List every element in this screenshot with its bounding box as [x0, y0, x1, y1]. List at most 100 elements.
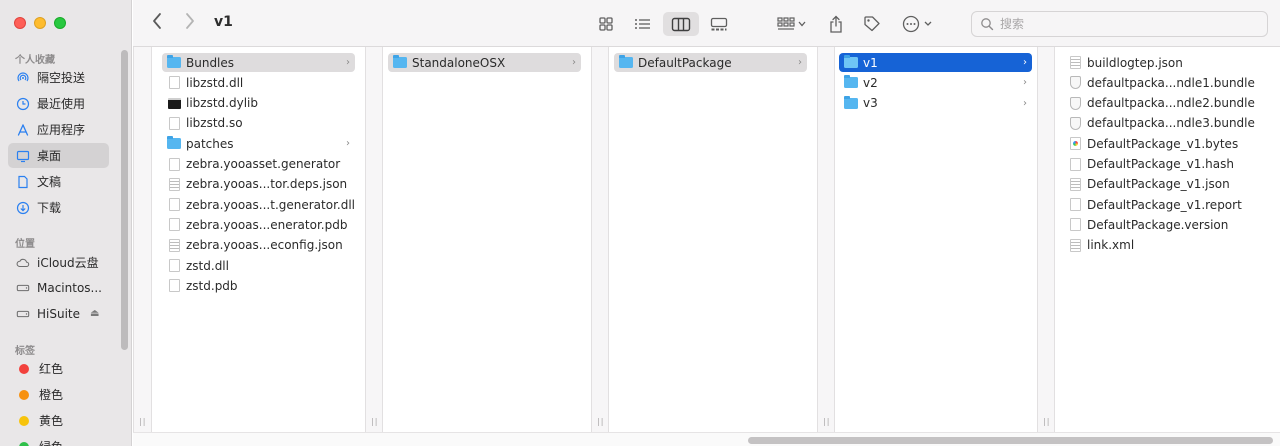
search-input[interactable] — [1000, 17, 1250, 31]
more-actions-button[interactable] — [899, 12, 937, 36]
sidebar: 个人收藏 隔空投送 最近使用 应用程序 桌面 文稿 下载 位置 iCloud云盘 Macin… — [0, 0, 132, 446]
file-row[interactable]: libzstd.dylib — [162, 94, 355, 113]
forward-button[interactable] — [184, 12, 196, 35]
file-row[interactable]: defaultpacka...ndle3.bundle — [1063, 114, 1263, 133]
column-resizer[interactable]: || — [365, 47, 383, 432]
horizontal-scrollbar-thumb[interactable] — [748, 437, 1273, 444]
sidebar-item[interactable]: HiSuite ⏏ — [8, 301, 109, 326]
column-view-button[interactable] — [663, 12, 699, 36]
sidebar-item[interactable]: 橙色 — [8, 382, 109, 407]
close-window-button[interactable] — [14, 17, 26, 29]
eject-icon[interactable]: ⏏ — [90, 308, 99, 319]
file-row[interactable]: zebra.yooas...econfig.json — [162, 236, 355, 255]
file-row[interactable]: DefaultPackage_v1.hash — [1063, 155, 1263, 174]
folder-row[interactable]: Bundles › — [162, 53, 355, 72]
file-row[interactable]: DefaultPackage_v1.json — [1063, 175, 1263, 194]
horizontal-scrollbar[interactable] — [133, 432, 1280, 446]
sidebar-item-label: iCloud云盘 — [37, 256, 99, 270]
icon-view-button[interactable] — [593, 12, 619, 36]
folder-row[interactable]: v1 › — [839, 53, 1032, 72]
file-row[interactable]: zstd.pdb — [162, 276, 355, 295]
file-row[interactable]: link.xml — [1063, 236, 1263, 255]
sidebar-item[interactable]: 下载 — [8, 195, 109, 220]
file-icon — [167, 259, 181, 273]
column-resizer[interactable]: || — [1037, 47, 1055, 432]
file-icon — [167, 116, 181, 130]
file-row[interactable]: DefaultPackage.version — [1063, 215, 1263, 234]
folder-row[interactable]: patches › — [162, 134, 355, 153]
sidebar-item[interactable]: 隔空投送 — [8, 65, 109, 90]
sidebar-item-label: 下载 — [37, 201, 62, 215]
column-resizer[interactable]: || — [133, 47, 152, 432]
share-icon — [830, 15, 842, 33]
list-view-button[interactable] — [630, 12, 656, 36]
item-name: v1 — [863, 55, 878, 70]
file-row[interactable]: libzstd.so — [162, 114, 355, 133]
sidebar-item-label: 桌面 — [37, 149, 62, 163]
zoom-window-button[interactable] — [54, 17, 66, 29]
text-file-icon — [167, 238, 181, 252]
sidebar-item[interactable]: 应用程序 — [8, 117, 109, 142]
item-name: zstd.dll — [186, 258, 229, 273]
item-name: StandaloneOSX — [412, 55, 506, 70]
minimize-window-button[interactable] — [34, 17, 46, 29]
group-button[interactable] — [773, 12, 811, 36]
item-name: zebra.yooas...t.generator.dll — [186, 197, 355, 212]
sidebar-item[interactable]: 桌面 — [8, 143, 109, 168]
sidebar-item[interactable]: 最近使用 — [8, 91, 109, 116]
sidebar-scrollbar[interactable] — [121, 50, 128, 350]
folder-icon — [393, 55, 407, 70]
gallery-view-button[interactable] — [706, 12, 732, 36]
share-button[interactable] — [823, 12, 849, 36]
tags-button[interactable] — [859, 12, 885, 36]
item-name: buildlogtep.json — [1087, 55, 1183, 70]
applications-icon — [16, 123, 30, 137]
file-row[interactable]: zebra.yooas...t.generator.dll — [162, 195, 355, 214]
sidebar-section-tags: 标签 — [15, 346, 35, 357]
column-resizer[interactable]: || — [817, 47, 835, 432]
column-resizer[interactable]: || — [591, 47, 609, 432]
tag-icon — [864, 16, 880, 32]
sidebar-item[interactable]: Macintos... — [8, 275, 109, 300]
file-icon — [167, 279, 181, 293]
file-row[interactable]: defaultpacka...ndle2.bundle — [1063, 94, 1263, 113]
executable-icon — [167, 96, 181, 110]
file-row[interactable]: buildlogtep.json — [1063, 53, 1263, 72]
file-row[interactable]: defaultpacka...ndle1.bundle — [1063, 73, 1263, 92]
file-row[interactable]: DefaultPackage_v1.report — [1063, 195, 1263, 214]
file-row[interactable]: DefaultPackage_v1.bytes — [1063, 134, 1263, 153]
tag-color-dot — [19, 389, 29, 400]
sidebar-item[interactable]: 红色 — [8, 356, 109, 381]
search-icon — [981, 18, 994, 31]
search-field[interactable] — [971, 11, 1268, 37]
file-row[interactable]: zstd.dll — [162, 256, 355, 275]
folder-row[interactable]: v3 › — [839, 94, 1032, 113]
folder-row[interactable]: DefaultPackage › — [614, 53, 807, 72]
sidebar-item-label: Macintos... — [37, 280, 102, 295]
folder-icon — [844, 75, 858, 90]
sidebar-item-label: 红色 — [39, 362, 64, 376]
sidebar-item[interactable]: iCloud云盘 — [8, 250, 109, 275]
file-row[interactable]: zebra.yooas...enerator.pdb — [162, 215, 355, 234]
document-icon — [16, 175, 30, 189]
item-name: defaultpacka...ndle3.bundle — [1087, 116, 1255, 131]
sidebar-item[interactable]: 文稿 — [8, 169, 109, 194]
folder-row[interactable]: StandaloneOSX › — [388, 53, 581, 72]
folder-row[interactable]: v2 › — [839, 73, 1032, 92]
tag-color-dot — [19, 363, 29, 374]
item-name: zebra.yooas...enerator.pdb — [186, 217, 348, 232]
sidebar-item[interactable]: 绿色 — [8, 434, 109, 446]
file-row[interactable]: libzstd.dll — [162, 73, 355, 92]
item-name: v3 — [863, 96, 878, 111]
folder-icon — [167, 136, 181, 151]
file-row[interactable]: zebra.yooasset.generator — [162, 155, 355, 174]
file-row[interactable]: zebra.yooas...tor.deps.json — [162, 175, 355, 194]
item-name: libzstd.so — [186, 116, 243, 131]
back-button[interactable] — [151, 12, 163, 35]
item-name: DefaultPackage_v1.bytes — [1087, 136, 1239, 151]
bundle-icon — [1068, 96, 1082, 110]
chevron-left-icon — [153, 13, 161, 29]
item-name: patches — [186, 136, 234, 151]
desktop-icon — [16, 149, 30, 163]
sidebar-item[interactable]: 黄色 — [8, 408, 109, 433]
